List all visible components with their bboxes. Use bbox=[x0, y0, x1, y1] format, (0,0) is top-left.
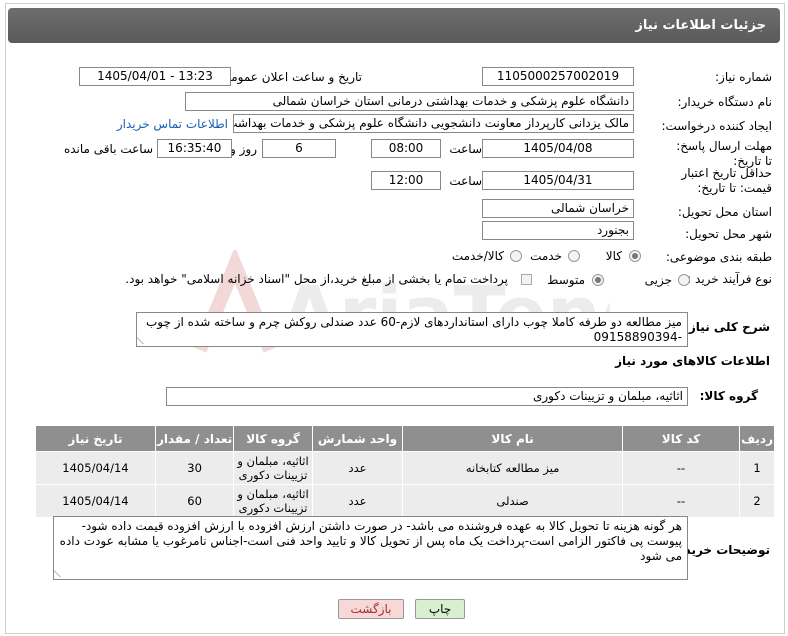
page-header: جزئیات اطلاعات نیاز bbox=[8, 8, 780, 43]
category-label: طبقه بندی موضوعی: bbox=[665, 250, 772, 264]
category-goods-service-label: کالا/خدمت bbox=[451, 249, 504, 263]
goods-group-label: گروه کالا: bbox=[699, 389, 758, 403]
cell-name: صندلی bbox=[402, 484, 623, 518]
print-button[interactable]: چاپ bbox=[415, 599, 465, 619]
col-header-unit: واحد شمارش bbox=[311, 425, 404, 452]
buyer-notes-body: هر گونه هزینه تا تحویل کالا به عهده فروش… bbox=[59, 519, 682, 563]
province-label: استان محل تحویل: bbox=[677, 205, 772, 219]
cell-date: 1405/04/14 bbox=[35, 484, 156, 518]
category-service-radio[interactable] bbox=[568, 250, 580, 262]
buyer-org-label: نام دستگاه خریدار: bbox=[677, 95, 773, 109]
announce-label: تاریخ و ساعت اعلان عمومی: bbox=[217, 70, 362, 84]
process-label: نوع فرآیند خرید : bbox=[687, 272, 772, 286]
remaining-time-field: 16:35:40 bbox=[157, 139, 232, 158]
cell-code: -- bbox=[621, 484, 741, 518]
category-goods-label: کالا bbox=[605, 249, 622, 263]
back-button[interactable]: بازگشت bbox=[338, 599, 404, 619]
cell-row-no: 1 bbox=[739, 451, 775, 485]
city-field: بجنورد bbox=[482, 221, 634, 240]
goods-section-title: اطلاعات کالاهای مورد نیاز bbox=[615, 354, 770, 368]
min-price-time-label: ساعت bbox=[449, 174, 482, 188]
city-label: شهر محل تحویل: bbox=[685, 227, 772, 241]
days-label: روز و bbox=[230, 142, 257, 156]
goods-table: ردیف کد کالا نام کالا واحد شمارش گروه کا… bbox=[35, 425, 775, 518]
table-header-row: ردیف کد کالا نام کالا واحد شمارش گروه کا… bbox=[35, 425, 775, 452]
col-header-group: گروه کالا bbox=[233, 425, 313, 452]
col-header-row-no: ردیف bbox=[739, 425, 775, 452]
category-goods-service-radio[interactable] bbox=[510, 250, 522, 262]
cell-row-no: 2 bbox=[739, 484, 775, 518]
table-row: 1 -- میز مطالعه کتابخانه عدد اثاثیه، مبل… bbox=[35, 451, 775, 485]
deadline-time-label: ساعت bbox=[449, 142, 482, 156]
treasury-payment-note: پرداخت تمام یا بخشی از مبلغ خرید،از محل … bbox=[125, 272, 508, 286]
resize-handle[interactable] bbox=[54, 569, 69, 577]
category-service-label: خدمت bbox=[530, 249, 562, 263]
process-minor-label: جزیی bbox=[644, 273, 672, 287]
creator-label: ایجاد کننده درخواست: bbox=[661, 119, 772, 133]
min-price-date-field: 1405/04/31 bbox=[482, 171, 634, 190]
deadline-date-field: 1405/04/08 bbox=[482, 139, 634, 158]
resize-handle[interactable] bbox=[137, 336, 152, 344]
min-price-time-field: 12:00 bbox=[371, 171, 441, 190]
table-row: 2 -- صندلی عدد اثاثیه، مبلمان و تزیینات … bbox=[35, 484, 775, 518]
province-field: خراسان شمالی bbox=[482, 199, 634, 218]
col-header-name: نام کالا bbox=[402, 425, 623, 452]
buyer-notes-text: هر گونه هزینه تا تحویل کالا به عهده فروش… bbox=[53, 516, 688, 580]
cell-code: -- bbox=[621, 451, 741, 485]
cell-unit: عدد bbox=[311, 484, 404, 518]
days-field: 6 bbox=[262, 139, 336, 158]
deadline-time-field: 08:00 bbox=[371, 139, 441, 158]
cell-group: اثاثیه، مبلمان و تزیینات دکوری bbox=[233, 451, 313, 485]
category-goods-radio[interactable] bbox=[629, 250, 641, 262]
page-title: جزئیات اطلاعات نیاز bbox=[635, 18, 766, 33]
cell-name: میز مطالعه کتابخانه bbox=[402, 451, 623, 485]
description-body: میز مطالعه دو طرفه کاملا چوب دارای استان… bbox=[145, 315, 682, 344]
description-text: میز مطالعه دو طرفه کاملا چوب دارای استان… bbox=[136, 312, 688, 347]
process-minor-radio[interactable] bbox=[678, 274, 690, 286]
deadline-label: مهلت ارسال پاسخ: تا تاریخ: bbox=[676, 139, 772, 168]
cell-qty: 60 bbox=[154, 484, 235, 518]
buyer-contact-link[interactable]: اطلاعات تماس خریدار bbox=[117, 117, 228, 131]
cell-group: اثاثیه، مبلمان و تزیینات دکوری bbox=[233, 484, 313, 518]
need-number-label: شماره نیاز: bbox=[715, 70, 772, 84]
creator-field: مالک یزدانی کارپرداز معاونت دانشجویی دان… bbox=[233, 114, 634, 133]
buyer-org-field: دانشگاه علوم پزشکی و خدمات بهداشتی درمان… bbox=[185, 92, 634, 111]
min-price-label: حداقل تاریخ اعتبار قیمت: تا تاریخ: bbox=[681, 166, 772, 195]
col-header-date: تاریخ نیاز bbox=[35, 425, 156, 452]
col-header-code: کد کالا bbox=[621, 425, 741, 452]
process-medium-label: متوسط bbox=[547, 273, 585, 287]
need-number-field: 1105000257002019 bbox=[482, 67, 634, 86]
cell-qty: 30 bbox=[154, 451, 235, 485]
cell-unit: عدد bbox=[311, 451, 404, 485]
goods-group-field: اثاثیه، مبلمان و تزیینات دکوری bbox=[166, 387, 688, 406]
cell-date: 1405/04/14 bbox=[35, 451, 156, 485]
process-medium-radio[interactable] bbox=[592, 274, 604, 286]
remaining-label: ساعت باقی مانده bbox=[63, 142, 153, 156]
treasury-payment-checkbox[interactable] bbox=[521, 274, 532, 285]
description-label: شرح کلی نیاز: bbox=[684, 320, 770, 334]
col-header-qty: تعداد / مقدار bbox=[154, 425, 235, 452]
announce-field: 1405/04/01 - 13:23 bbox=[79, 67, 231, 86]
